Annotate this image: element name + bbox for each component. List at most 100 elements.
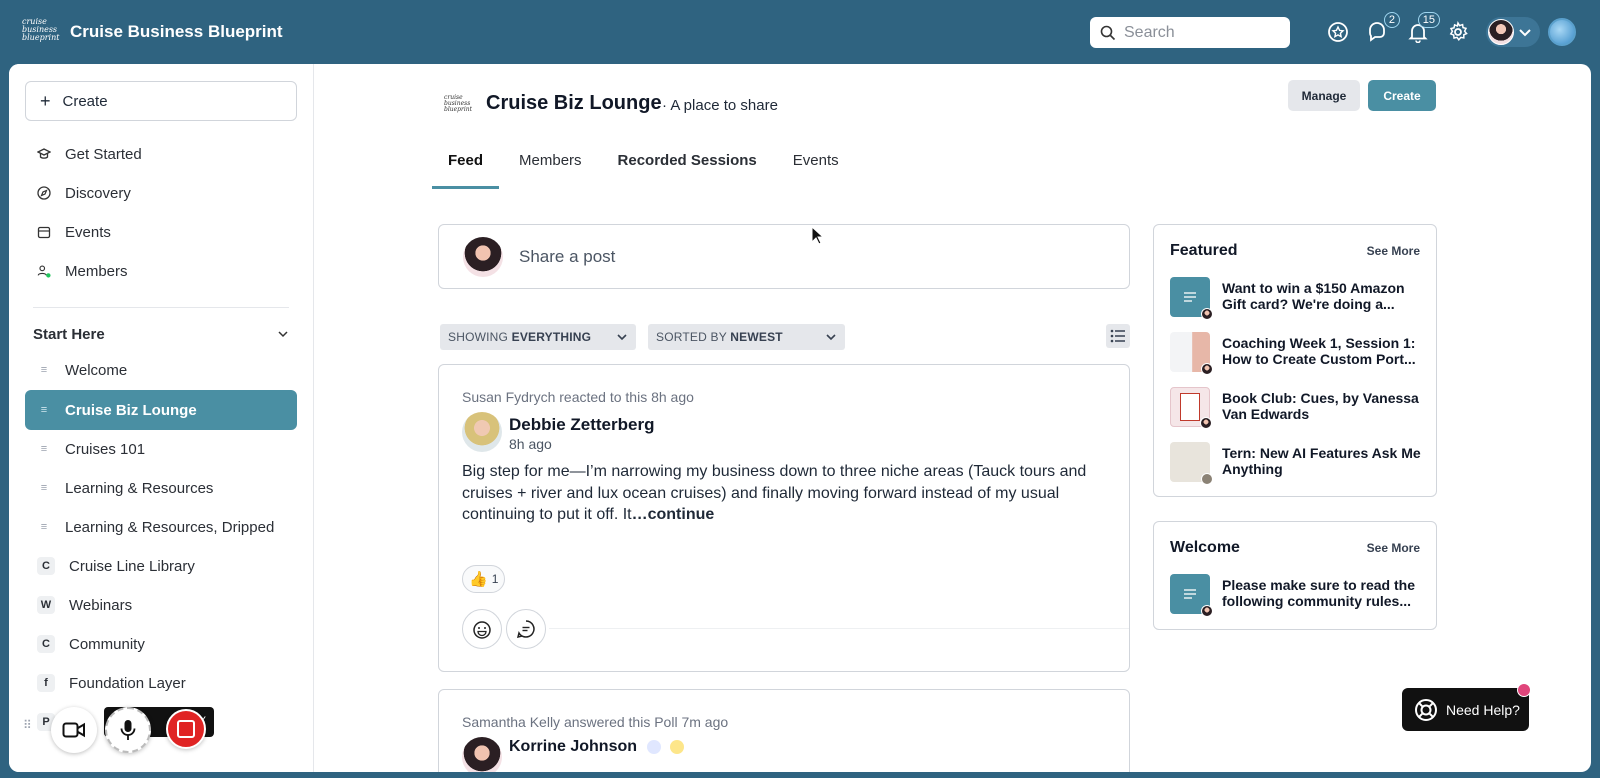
- graduation-cap-icon: [37, 147, 51, 161]
- app-switcher-icon[interactable]: [1548, 18, 1576, 46]
- sidebar-item-label: Foundation Layer: [69, 674, 186, 692]
- sidebar-item-events[interactable]: Events: [25, 212, 297, 252]
- tab-events[interactable]: Events: [777, 140, 855, 189]
- leaderboard-icon[interactable]: [1326, 20, 1350, 44]
- current-user-avatar: [463, 236, 503, 277]
- continue-link[interactable]: …continue: [632, 506, 715, 523]
- filter-showing-dropdown[interactable]: SHOWING EVERYTHING: [440, 324, 636, 350]
- sidebar-item-label: Welcome: [65, 361, 128, 379]
- drag-handle-icon[interactable]: ⠿: [23, 719, 33, 738]
- feed-icon: ≡: [40, 521, 48, 533]
- post-author-avatar[interactable]: [462, 737, 502, 772]
- filter-showing-label: SHOWING EVERYTHING: [448, 330, 592, 344]
- sidebar-item-learning-resources-dripped[interactable]: ≡ Learning & Resources, Dripped: [25, 507, 297, 547]
- post-divider: [549, 628, 1129, 629]
- create-post-button[interactable]: Create: [1368, 80, 1436, 111]
- add-reaction-button[interactable]: [462, 609, 502, 649]
- sidebar-item-learning-resources[interactable]: ≡ Learning & Resources: [25, 468, 297, 508]
- sidebar-item-cruise-line-library[interactable]: C Cruise Line Library: [25, 546, 297, 586]
- see-more-link[interactable]: See More: [1367, 541, 1420, 555]
- chevron-down-icon: [826, 334, 836, 341]
- brand[interactable]: cruise business blueprint Cruise Busines…: [22, 18, 283, 46]
- brand-title: Cruise Business Blueprint: [70, 22, 283, 41]
- filter-sort-label: SORTED BY NEWEST: [656, 330, 783, 344]
- space-tabs: Feed Members Recorded Sessions Events: [432, 140, 859, 190]
- sidebar-item-label: Learning & Resources, Dripped: [65, 518, 275, 536]
- chevron-down-icon: [617, 334, 627, 341]
- manage-button[interactable]: Manage: [1288, 80, 1360, 111]
- notifications-badge: 15: [1417, 12, 1440, 28]
- camera-toggle-button[interactable]: [51, 707, 97, 753]
- sidebar-item-welcome[interactable]: ≡ Welcome: [25, 350, 297, 390]
- post-author-name[interactable]: Debbie Zetterberg: [509, 415, 654, 435]
- sidebar-item-label: Cruise Line Library: [69, 557, 195, 575]
- messages-icon[interactable]: 2: [1366, 12, 1400, 44]
- sidebar-item-foundation-layer[interactable]: f Foundation Layer: [25, 663, 297, 703]
- featured-item-title: Book Club: Cues, by Vanessa Van Edwards: [1222, 390, 1419, 422]
- tab-members[interactable]: Members: [503, 140, 598, 189]
- need-help-button[interactable]: Need Help?: [1402, 683, 1531, 731]
- sidebar-item-label: Cruises 101: [65, 440, 146, 458]
- search-icon: [1100, 25, 1116, 40]
- sidebar-item-label: Webinars: [69, 596, 133, 614]
- share-post-box[interactable]: Share a post: [438, 224, 1130, 289]
- post-activity-meta: Samantha Kelly answered this Poll 7m ago: [462, 714, 729, 730]
- messages-badge: 2: [1383, 12, 1400, 28]
- see-more-link[interactable]: See More: [1367, 244, 1420, 258]
- featured-item[interactable]: Want to win a $150 Amazon Gift card? We'…: [1170, 277, 1426, 320]
- compass-icon: [37, 186, 51, 200]
- widget-title: Welcome: [1170, 539, 1240, 556]
- microphone-icon: [120, 720, 136, 740]
- author-mini-avatar: [1200, 417, 1212, 429]
- post-thumbnail: [1170, 387, 1212, 429]
- reaction-pill[interactable]: 👍 1: [462, 565, 506, 593]
- medal-badge-icon: [669, 739, 684, 754]
- sidebar-item-discovery[interactable]: Discovery: [25, 173, 297, 213]
- microphone-toggle-button[interactable]: [105, 707, 151, 753]
- list-icon: [1110, 329, 1125, 343]
- sidebar-item-label: Discovery: [65, 184, 131, 202]
- sidebar-item-members[interactable]: Members: [25, 251, 297, 291]
- sidebar-divider: [33, 307, 289, 308]
- chevron-down-icon: [1519, 29, 1531, 37]
- notification-dot: [1517, 683, 1531, 697]
- stop-icon: [177, 720, 195, 738]
- comment-button[interactable]: [506, 609, 546, 649]
- tab-feed[interactable]: Feed: [432, 140, 500, 189]
- space-letter-icon: f: [37, 674, 55, 692]
- post-author-avatar[interactable]: [462, 412, 502, 452]
- lifebuoy-icon: [1415, 698, 1437, 721]
- featured-item[interactable]: Book Club: Cues, by Vanessa Van Edwards: [1170, 387, 1426, 429]
- stop-recording-button[interactable]: [166, 709, 206, 749]
- brand-logo: cruise business blueprint: [22, 17, 60, 42]
- space-letter-icon: C: [37, 635, 55, 653]
- list-view-toggle[interactable]: [1106, 324, 1130, 348]
- featured-item-title: Tern: New AI Features Ask Me Anything: [1222, 445, 1421, 477]
- notifications-icon[interactable]: 15: [1406, 12, 1440, 44]
- user-menu[interactable]: [1486, 17, 1540, 47]
- tab-recorded-sessions[interactable]: Recorded Sessions: [602, 140, 773, 189]
- sidebar-item-webinars[interactable]: W Webinars: [25, 585, 297, 625]
- featured-item[interactable]: Tern: New AI Features Ask Me Anything: [1170, 442, 1426, 485]
- sidebar-item-cruises-101[interactable]: ≡ Cruises 101: [25, 429, 297, 469]
- search-input[interactable]: [1124, 23, 1274, 42]
- post-activity-meta: Susan Fydrych reacted to this 8h ago: [462, 389, 694, 405]
- author-mini-avatar: [1201, 605, 1213, 617]
- widget-title: Featured: [1170, 242, 1238, 259]
- sidebar-section-start-here[interactable]: Start Here: [33, 319, 289, 349]
- post-author-name[interactable]: Korrine Johnson: [509, 738, 684, 756]
- feed-icon: ≡: [40, 364, 48, 376]
- filter-sort-dropdown[interactable]: SORTED BY NEWEST: [648, 324, 845, 350]
- welcome-item[interactable]: Please make sure to read the following c…: [1170, 574, 1426, 617]
- sidebar-item-get-started[interactable]: Get Started: [25, 134, 297, 174]
- sidebar-create-button[interactable]: + Create: [25, 81, 297, 121]
- sidebar-item-community[interactable]: C Community: [25, 624, 297, 664]
- featured-widget: Featured See More Want to win a $150 Ama…: [1153, 224, 1437, 497]
- search-box[interactable]: [1090, 17, 1290, 48]
- book-cover-icon: [1180, 393, 1200, 421]
- featured-item[interactable]: Coaching Week 1, Session 1: How to Creat…: [1170, 332, 1426, 375]
- settings-gear-icon[interactable]: [1446, 20, 1470, 44]
- feed-icon: ≡: [40, 404, 48, 416]
- sidebar-item-cruise-biz-lounge[interactable]: ≡ Cruise Biz Lounge: [25, 390, 297, 430]
- calendar-icon: [37, 225, 51, 239]
